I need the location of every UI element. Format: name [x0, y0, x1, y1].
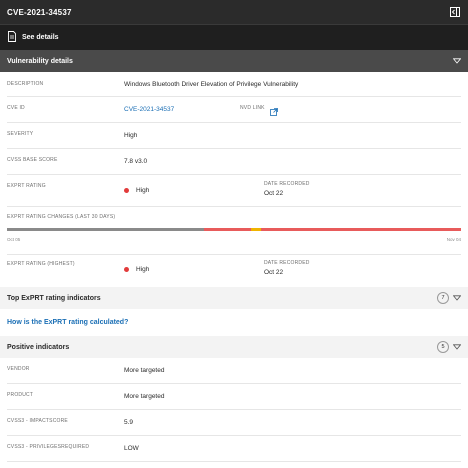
severity-row: SEVERITY High — [7, 123, 461, 149]
exprt-highest-row: EXPRT RATING (HIGHEST) High DATE RECORDE… — [7, 255, 461, 287]
indicator-value: More targeted — [124, 393, 165, 400]
positive-indicators-count-badge: 5 — [437, 341, 449, 353]
indicator-row: PRODUCT More targeted — [7, 384, 461, 410]
severity-value: High — [124, 132, 138, 139]
exprt-rating-value: High — [136, 187, 150, 194]
rating-segment-none — [7, 228, 205, 231]
axis-start-label: Oct 05 — [7, 237, 21, 242]
indicator-label: PRODUCT — [7, 392, 34, 398]
rating-changes-label: EXPRT RATING CHANGES (LAST 30 DAYS) — [7, 214, 116, 220]
date-recorded-value: Oct 22 — [264, 190, 284, 197]
indicator-row: VENDOR More targeted — [7, 358, 461, 384]
rating-segment-high — [204, 228, 252, 231]
description-row: DESCRIPTION Windows Bluetooth Driver Ele… — [7, 72, 461, 97]
rating-calculation-link[interactable]: How is the ExPRT rating calculated? — [0, 309, 468, 336]
top-indicators-title: Top ExPRT rating indicators — [7, 294, 101, 302]
exprt-highest-label: EXPRT RATING (HIGHEST) — [7, 261, 75, 267]
cvss-row: CVSS BASE SCORE 7.8 v3.0 — [7, 149, 461, 175]
positive-indicators-title: Positive indicators — [7, 343, 70, 351]
rating-changes-bar — [7, 228, 461, 231]
date-recorded-label: DATE RECORDED — [264, 181, 310, 187]
panel-title: CVE-2021-34537 — [7, 7, 72, 17]
indicator-label: CVSS3 - IMPACTSCORE — [7, 418, 68, 424]
vulnerability-details-title: Vulnerability details — [7, 57, 73, 65]
cvss-value: 7.8 v3.0 — [124, 158, 148, 165]
cve-id-row: CVE ID CVE-2021-34537 NVD LINK — [7, 97, 461, 123]
see-details-label: See details — [22, 34, 59, 41]
exprt-highest-value: High — [136, 266, 150, 273]
positive-indicators-body: VENDOR More targeted PRODUCT More target… — [0, 358, 468, 462]
cve-id-link[interactable]: CVE-2021-34537 — [124, 106, 174, 113]
highest-date-label: DATE RECORDED — [264, 260, 310, 266]
description-value: Windows Bluetooth Driver Elevation of Pr… — [124, 81, 299, 88]
high-rating-dot — [124, 266, 129, 272]
positive-indicators-header[interactable]: Positive indicators 5 — [0, 336, 468, 358]
indicator-label: VENDOR — [7, 366, 30, 372]
exprt-rating-value-wrap: High — [124, 187, 149, 194]
panel-header: CVE-2021-34537 — [0, 0, 468, 24]
see-details-button[interactable]: See details — [7, 31, 59, 44]
external-link-icon[interactable] — [270, 103, 278, 121]
rating-segment-medium — [251, 228, 262, 231]
vulnerability-details-body: DESCRIPTION Windows Bluetooth Driver Ele… — [0, 72, 468, 287]
rating-changes-row: EXPRT RATING CHANGES (LAST 30 DAYS) Oct … — [7, 207, 461, 255]
cve-id-label: CVE ID — [7, 105, 25, 111]
sidebar-collapse-icon[interactable] — [449, 6, 461, 18]
cvss-label: CVSS BASE SCORE — [7, 157, 58, 163]
exprt-rating-label: EXPRT RATING — [7, 183, 46, 189]
indicator-row: CVSS3 - IMPACTSCORE 5.9 — [7, 410, 461, 436]
indicator-row: CVSS3 - PRIVILEGESREQUIRED LOW — [7, 436, 461, 462]
high-rating-dot — [124, 187, 129, 193]
chevron-down-icon[interactable] — [453, 294, 461, 302]
chevron-down-icon[interactable] — [453, 57, 461, 65]
axis-end-label: Nov 04 — [446, 237, 461, 242]
severity-label: SEVERITY — [7, 131, 34, 137]
top-indicators-count-badge: 7 — [437, 292, 449, 304]
highest-date-value: Oct 22 — [264, 269, 284, 276]
document-icon — [7, 31, 17, 44]
description-label: DESCRIPTION — [7, 81, 44, 87]
rating-segment-high — [261, 228, 461, 231]
chevron-down-icon[interactable] — [453, 343, 461, 351]
top-indicators-header[interactable]: Top ExPRT rating indicators 7 — [0, 287, 468, 309]
vulnerability-details-header[interactable]: Vulnerability details — [0, 50, 468, 72]
exprt-rating-row: EXPRT RATING High DATE RECORDED Oct 22 — [7, 175, 461, 207]
indicator-value: LOW — [124, 445, 139, 452]
action-bar: See details — [0, 24, 468, 50]
nvd-link-label: NVD LINK — [240, 105, 265, 111]
indicator-value: More targeted — [124, 367, 165, 374]
indicator-value: 5.9 — [124, 419, 134, 426]
exprt-highest-value-wrap: High — [124, 266, 149, 273]
indicator-label: CVSS3 - PRIVILEGESREQUIRED — [7, 444, 90, 450]
